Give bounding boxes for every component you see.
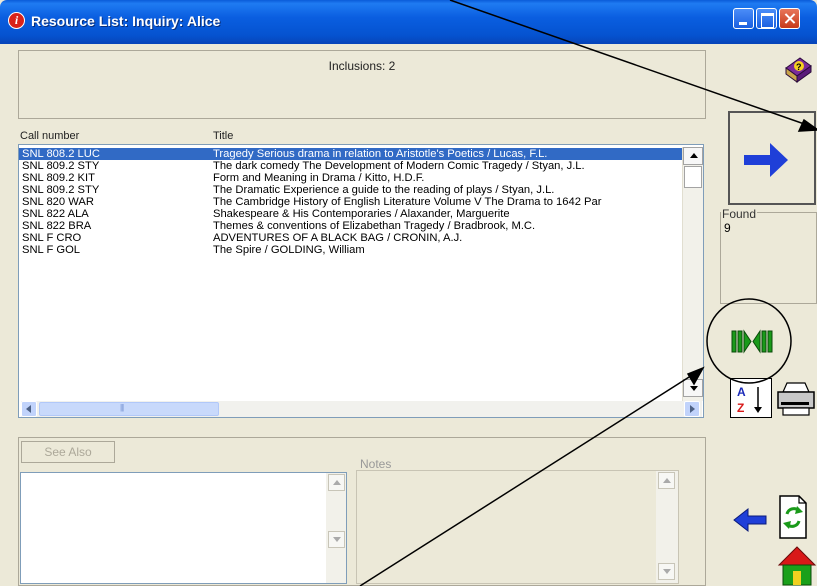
- see-also-button[interactable]: See Also: [21, 441, 115, 463]
- refresh-document-icon: [779, 495, 807, 539]
- list-row[interactable]: SNL F CRO ADVENTURES OF A BLACK BAG / CR…: [19, 232, 682, 244]
- title-cell: Tragedy Serious drama in relation to Ari…: [213, 148, 548, 160]
- see-also-list[interactable]: [20, 472, 347, 584]
- title-cell: The Dramatic Experience a guide to the r…: [213, 184, 555, 196]
- found-group: Found 9: [720, 207, 817, 304]
- maximize-button[interactable]: [756, 8, 777, 29]
- minimize-button[interactable]: [733, 8, 754, 29]
- back-arrow-icon: [733, 507, 767, 533]
- list-row[interactable]: SNL 822 BRA Themes & conventions of Eliz…: [19, 220, 682, 232]
- title-cell: Shakespeare & His Contemporaries / Alaxa…: [213, 208, 510, 220]
- call-number-cell: SNL 808.2 LUC: [22, 148, 100, 160]
- inclusions-count: Inclusions: 2: [328, 59, 396, 73]
- resource-list[interactable]: SNL 808.2 LUC Tragedy Serious drama in r…: [18, 144, 704, 418]
- scroll-down-arrow-icon[interactable]: [328, 531, 345, 548]
- refresh-button[interactable]: [777, 494, 809, 540]
- list-row[interactable]: SNL 820 WAR The Cambridge History of Eng…: [19, 196, 682, 208]
- print-button[interactable]: [775, 380, 817, 418]
- scroll-left-arrow-icon[interactable]: [21, 401, 37, 417]
- vertical-scroll-thumb[interactable]: [684, 166, 702, 188]
- compare-button[interactable]: [726, 322, 778, 362]
- svg-text:A: A: [737, 385, 746, 399]
- column-header-title[interactable]: Title: [213, 130, 233, 142]
- sort-button[interactable]: A Z: [730, 378, 772, 418]
- call-number-cell: SNL 809.2 KIT: [22, 172, 95, 184]
- scroll-up-arrow-icon[interactable]: [683, 147, 703, 165]
- found-label: Found: [721, 207, 758, 221]
- call-number-cell: SNL 822 BRA: [22, 220, 92, 232]
- column-header-call-number[interactable]: Call number: [20, 130, 79, 142]
- title-cell: ADVENTURES OF A BLACK BAG / CRONIN, A.J.: [213, 232, 463, 244]
- call-number-cell: SNL 809.2 STY: [22, 160, 100, 172]
- list-row[interactable]: SNL 809.2 STY The dark comedy The Develo…: [19, 160, 682, 172]
- call-number-cell: SNL F GOL: [22, 244, 81, 256]
- call-number-cell: SNL 820 WAR: [22, 196, 94, 208]
- scroll-down-arrow-icon[interactable]: [658, 563, 675, 580]
- horizontal-scroll-thumb[interactable]: [39, 402, 219, 416]
- back-button[interactable]: [730, 505, 772, 535]
- info-icon: i: [8, 12, 25, 29]
- svg-text:Z: Z: [737, 401, 744, 415]
- inclusions-panel: Inclusions: 2: [18, 50, 706, 119]
- printer-icon: [777, 382, 815, 416]
- title-bar[interactable]: i Resource List: Inquiry: Alice: [0, 0, 817, 44]
- resource-list-window: i Resource List: Inquiry: Alice ? Inclus…: [0, 0, 817, 586]
- title-cell: Form and Meaning in Drama / Kitto, H.D.F…: [213, 172, 425, 184]
- list-row[interactable]: SNL 809.2 KIT Form and Meaning in Drama …: [19, 172, 682, 184]
- notes-label: Notes: [360, 457, 392, 471]
- notes-scrollbar[interactable]: [656, 471, 678, 583]
- sort-az-icon: A Z: [737, 385, 762, 415]
- found-count: 9: [724, 221, 731, 235]
- call-number-cell: SNL 822 ALA: [22, 208, 89, 220]
- title-cell: The dark comedy The Development of Moder…: [213, 160, 585, 172]
- list-row[interactable]: SNL 809.2 STY The Dramatic Experience a …: [19, 184, 682, 196]
- notes-textarea[interactable]: [356, 470, 679, 584]
- help-book-icon[interactable]: ?: [783, 54, 813, 86]
- list-vertical-scrollbar[interactable]: [682, 147, 703, 401]
- scroll-down-arrow-icon[interactable]: [683, 379, 703, 397]
- svg-text:?: ?: [796, 62, 802, 72]
- list-row[interactable]: SNL 808.2 LUC Tragedy Serious drama in r…: [19, 148, 682, 160]
- go-forward-button[interactable]: [728, 111, 816, 205]
- title-cell: The Cambridge History of English Literat…: [213, 196, 602, 208]
- close-button[interactable]: [779, 8, 800, 29]
- see-also-scrollbar[interactable]: [326, 473, 346, 583]
- forward-arrow-icon: [744, 143, 788, 177]
- scroll-right-arrow-icon[interactable]: [684, 401, 700, 417]
- call-number-cell: SNL 809.2 STY: [22, 184, 100, 196]
- title-cell: The Spire / GOLDING, William: [213, 244, 365, 256]
- call-number-cell: SNL F CRO: [22, 232, 82, 244]
- scroll-up-arrow-icon[interactable]: [328, 474, 345, 491]
- title-cell: Themes & conventions of Elizabethan Trag…: [213, 220, 536, 232]
- list-row[interactable]: SNL F GOL The Spire / GOLDING, William: [19, 244, 682, 256]
- split-columns-icon: [731, 329, 773, 354]
- list-horizontal-scrollbar[interactable]: [21, 401, 702, 417]
- home-button[interactable]: [777, 544, 817, 586]
- scroll-up-arrow-icon[interactable]: [658, 472, 675, 489]
- home-icon: [777, 546, 817, 586]
- window-title: Resource List: Inquiry: Alice: [31, 13, 221, 29]
- list-row[interactable]: SNL 822 ALA Shakespeare & His Contempora…: [19, 208, 682, 220]
